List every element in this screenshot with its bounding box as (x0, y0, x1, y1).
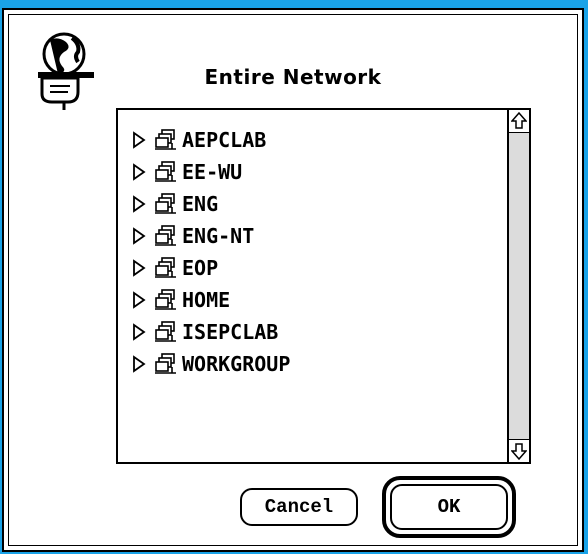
network-list-item-label: AEPCLAB (182, 128, 267, 152)
disclosure-triangle-icon[interactable] (132, 259, 146, 277)
network-list-item-label: ISEPCLAB (182, 320, 279, 344)
network-list-item[interactable]: ISEPCLAB (132, 318, 278, 346)
network-list-item[interactable]: EOP (132, 254, 218, 282)
network-list-item[interactable]: WORKGROUP (132, 350, 290, 378)
disclosure-triangle-icon[interactable] (132, 195, 146, 213)
server-icon (155, 289, 176, 310)
server-icon (155, 161, 176, 182)
network-list-item-label: ENG (182, 192, 219, 216)
scroll-down-button[interactable] (509, 439, 529, 462)
network-list-item[interactable]: ENG (132, 190, 218, 218)
network-list-item-label: EE-WU (182, 160, 243, 184)
network-list-item[interactable]: HOME (132, 286, 230, 314)
server-icon (155, 129, 176, 150)
down-arrow-icon (511, 443, 527, 460)
scroll-up-button[interactable] (509, 110, 529, 133)
vertical-scrollbar[interactable] (507, 110, 529, 462)
ok-button[interactable]: OK (390, 484, 508, 530)
disclosure-triangle-icon[interactable] (132, 291, 146, 309)
network-list-item-label: EOP (182, 256, 219, 280)
disclosure-triangle-icon[interactable] (132, 323, 146, 341)
network-list[interactable]: AEPCLAB EE-WU ENG ENG-NT EOP HOME ISEPCLAB WORK… (118, 112, 507, 462)
network-dialog: Entire Network AEPCLAB EE-WU ENG ENG-NT EOP H… (2, 8, 584, 552)
network-list-item-label: ENG-NT (182, 224, 255, 248)
dialog-title: Entire Network (204, 65, 382, 89)
network-list-item[interactable]: EE-WU (132, 158, 242, 186)
server-icon (155, 353, 176, 374)
disclosure-triangle-icon[interactable] (132, 163, 146, 181)
server-icon (155, 257, 176, 278)
scroll-track[interactable] (509, 133, 529, 439)
network-list-item[interactable]: AEPCLAB (132, 126, 266, 154)
disclosure-triangle-icon[interactable] (132, 227, 146, 245)
disclosure-triangle-icon[interactable] (132, 355, 146, 373)
network-list-item[interactable]: ENG-NT (132, 222, 254, 250)
cancel-button[interactable]: Cancel (240, 488, 358, 526)
network-list-box[interactable]: AEPCLAB EE-WU ENG ENG-NT EOP HOME ISEPCLAB WORK… (116, 108, 531, 464)
network-list-item-label: WORKGROUP (182, 352, 291, 376)
server-icon (155, 321, 176, 342)
server-icon (155, 225, 176, 246)
server-icon (155, 193, 176, 214)
disclosure-triangle-icon[interactable] (132, 131, 146, 149)
up-arrow-icon (511, 112, 527, 129)
network-list-item-label: HOME (182, 288, 231, 312)
